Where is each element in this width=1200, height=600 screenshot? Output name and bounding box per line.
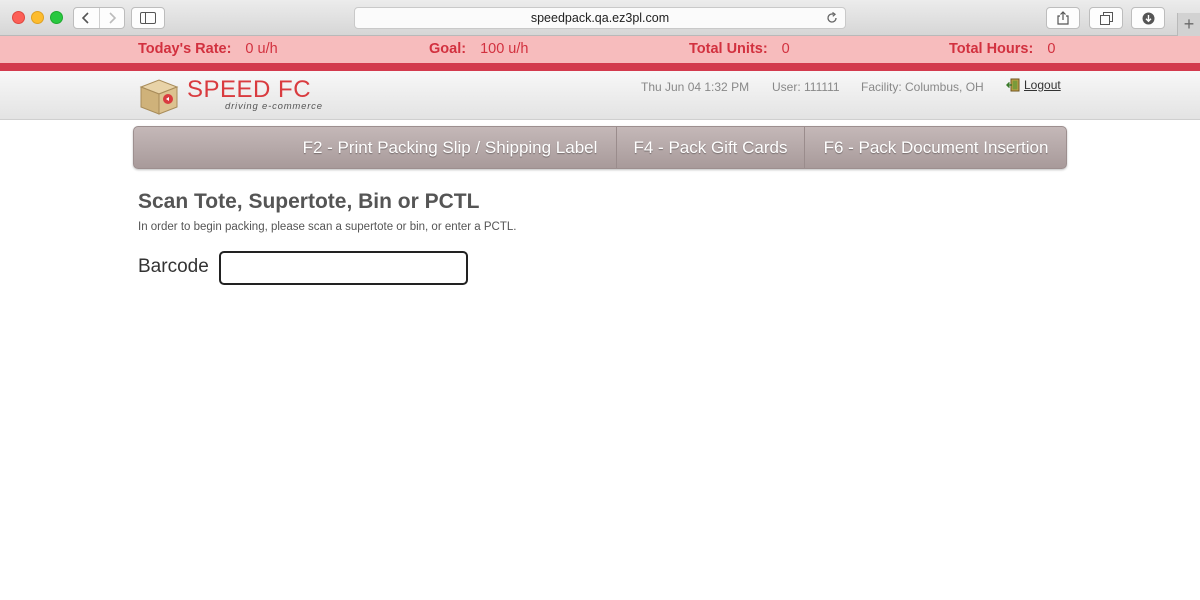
app-header: SPEED FC driving e-commerce Thu Jun 04 1… [0,71,1200,120]
package-box-icon [139,79,179,115]
logout-link[interactable]: Logout [1006,78,1061,92]
downloads-button[interactable] [1131,7,1165,29]
stat-todays-rate: Today's Rate: 0 u/h [138,41,278,57]
sidebar-icon [140,12,156,24]
logo-tagline: driving e-commerce [225,101,323,112]
barcode-input[interactable] [219,251,468,285]
barcode-label: Barcode [138,256,209,277]
close-window-button[interactable] [12,11,25,24]
stat-label: Total Hours: [949,41,1034,57]
address-url: speedpack.qa.ez3pl.com [530,11,670,25]
page-title: Scan Tote, Supertote, Bin or PCTL [138,190,480,213]
forward-button[interactable] [98,8,125,28]
stat-label: Goal: [429,41,467,57]
function-menu: F2 - Print Packing Slip / Shipping Label… [133,126,1067,169]
stat-value: 0 [781,41,790,57]
browser-toolbar: speedpack.qa.ez3pl.com + [0,0,1200,36]
header-facility: Facility: Columbus, OH [861,80,984,94]
menu-item-pack-document-insertion[interactable]: F6 - Pack Document Insertion [804,127,1067,168]
tabs-icon [1099,11,1113,25]
plus-icon: + [1183,14,1195,34]
stat-value: 100 u/h [480,41,529,57]
address-bar[interactable]: speedpack.qa.ez3pl.com [354,7,846,29]
back-button[interactable] [74,8,99,28]
logout-label: Logout [1024,78,1061,92]
accent-band [0,63,1200,71]
menu-item-pack-gift-cards[interactable]: F4 - Pack Gift Cards [616,127,804,168]
stat-label: Today's Rate: [138,41,232,57]
stat-value: 0 u/h [245,41,278,57]
tabs-overview-button[interactable] [1089,7,1123,29]
stats-bar: Today's Rate: 0 u/h Goal: 100 u/h Total Un… [0,36,1200,63]
history-nav [73,7,125,29]
exit-door-icon [1006,78,1020,92]
page-description: In order to begin packing, please scan a… [138,221,517,233]
sidebar-toggle-button[interactable] [131,7,165,29]
new-tab-button[interactable]: + [1177,13,1200,36]
minimize-window-button[interactable] [31,11,44,24]
zoom-window-button[interactable] [50,11,63,24]
reload-icon[interactable] [826,12,838,24]
stat-label: Total Units: [689,41,768,57]
header-user: User: 111111 [772,80,840,94]
chevron-left-icon [82,12,89,24]
header-datetime: Thu Jun 04 1:32 PM [641,80,750,94]
download-icon [1142,12,1154,24]
stat-value: 0 [1047,41,1056,57]
menu-item-print-packing-slip[interactable]: F2 - Print Packing Slip / Shipping Label [284,127,616,168]
share-button[interactable] [1046,7,1080,29]
share-icon [1057,11,1069,25]
logo-title: SPEED FC [187,76,312,103]
chevron-right-icon [109,12,116,24]
stat-total-hours: Total Hours: 0 [949,41,1055,57]
stat-total-units: Total Units: 0 [689,41,790,57]
stat-goal: Goal: 100 u/h [429,41,528,57]
